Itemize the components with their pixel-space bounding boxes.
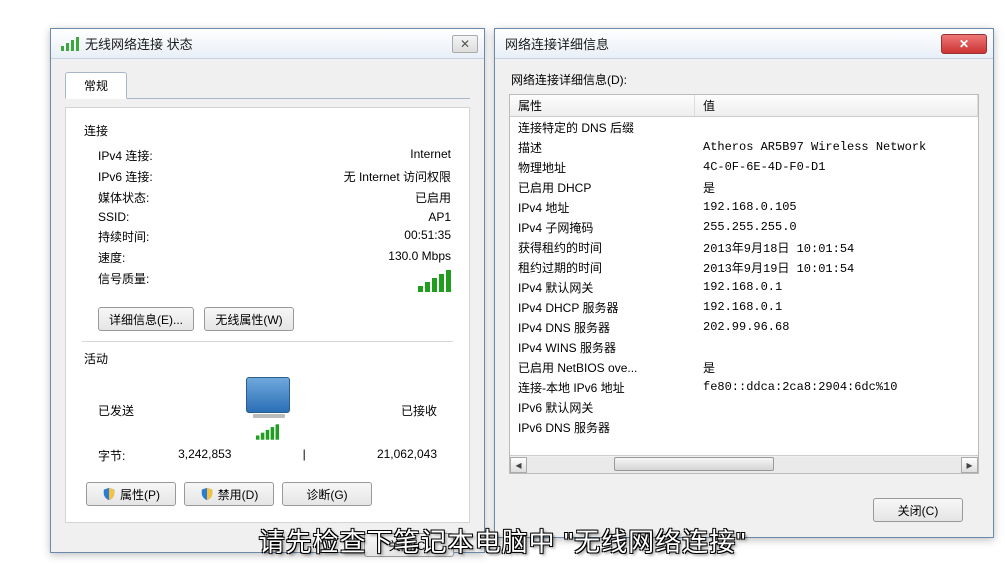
col-property[interactable]: 属性 — [510, 95, 695, 116]
property-cell: 连接-本地 IPv6 地址 — [510, 379, 695, 396]
shield-icon — [102, 487, 116, 501]
bytes-label: 字节: — [98, 447, 125, 464]
grid-row[interactable]: IPv6 DNS 服务器 — [510, 417, 978, 437]
property-cell: 租约过期的时间 — [510, 259, 695, 276]
bytes-sent-value: 3,242,853 — [178, 447, 231, 464]
ipv6-conn-value: 无 Internet 访问权限 — [344, 168, 451, 185]
value-cell: 255.255.255.0 — [695, 220, 978, 234]
bytes-received-value: 21,062,043 — [377, 447, 437, 464]
section-activity: 活动 — [84, 350, 451, 367]
media-state-value: 已启用 — [415, 189, 451, 206]
window-title: 无线网络连接 状态 — [85, 34, 452, 53]
signal-icon — [61, 37, 79, 51]
close-button[interactable]: 关闭(C) — [364, 533, 454, 557]
close-button[interactable]: 关闭(C) — [873, 498, 963, 522]
value-cell: 192.168.0.1 — [695, 300, 978, 314]
close-icon[interactable]: ✕ — [452, 35, 478, 53]
value-cell: 4C-0F-6E-4D-F0-D1 — [695, 160, 978, 174]
speed-label: 速度: — [84, 249, 125, 266]
property-cell: IPv4 WINS 服务器 — [510, 339, 695, 356]
grid-row[interactable]: IPv6 默认网关 — [510, 397, 978, 417]
value-cell: 192.168.0.105 — [695, 200, 978, 214]
wifi-status-window: 无线网络连接 状态 ✕ 常规 连接 IPv4 连接: Internet IPv6 … — [50, 28, 485, 553]
grid-row[interactable]: IPv4 地址192.168.0.105 — [510, 197, 978, 217]
shield-icon — [200, 487, 214, 501]
value-cell: Atheros AR5B97 Wireless Network — [695, 140, 978, 154]
duration-value: 00:51:35 — [404, 228, 451, 245]
grid-row[interactable]: IPv4 子网掩码255.255.255.0 — [510, 217, 978, 237]
status-panel: 连接 IPv4 连接: Internet IPv6 连接: 无 Internet 访… — [65, 107, 470, 523]
disable-button[interactable]: 禁用(D) — [184, 482, 274, 506]
property-cell: 获得租约的时间 — [510, 239, 695, 256]
signal-bars-icon — [418, 270, 451, 292]
value-cell: 192.168.0.1 — [695, 280, 978, 294]
signal-quality-label: 信号质量: — [84, 270, 149, 295]
window-title: 网络连接详细信息 — [505, 34, 941, 53]
property-cell: 已启用 NetBIOS ove... — [510, 359, 695, 376]
computer-icon — [246, 377, 290, 413]
titlebar[interactable]: 网络连接详细信息 ✕ — [495, 29, 993, 59]
close-icon[interactable]: ✕ — [941, 34, 987, 54]
sent-label: 已发送 — [98, 402, 134, 419]
grid-row[interactable]: 连接-本地 IPv6 地址fe80::ddca:2ca8:2904:6dc%10 — [510, 377, 978, 397]
property-cell: 连接特定的 DNS 后缀 — [510, 119, 695, 136]
grid-row[interactable]: IPv4 DHCP 服务器192.168.0.1 — [510, 297, 978, 317]
horizontal-scrollbar[interactable]: ◂ ▸ — [510, 455, 978, 473]
grid-row[interactable]: 已启用 NetBIOS ove...是 — [510, 357, 978, 377]
ssid-label: SSID: — [84, 210, 129, 224]
value-cell: 是 — [695, 179, 978, 196]
signal-bars-icon — [256, 424, 279, 439]
details-subtitle: 网络连接详细信息(D): — [509, 71, 979, 94]
property-cell: IPv4 地址 — [510, 199, 695, 216]
value-cell: 2013年9月18日 10:01:54 — [695, 239, 978, 256]
grid-header[interactable]: 属性 值 — [510, 95, 978, 117]
property-cell: IPv6 DNS 服务器 — [510, 419, 695, 436]
property-cell: IPv4 DNS 服务器 — [510, 319, 695, 336]
property-cell: IPv6 默认网关 — [510, 399, 695, 416]
grid-row[interactable]: 物理地址4C-0F-6E-4D-F0-D1 — [510, 157, 978, 177]
grid-row[interactable]: 获得租约的时间2013年9月18日 10:01:54 — [510, 237, 978, 257]
tab-strip: 常规 — [65, 71, 470, 99]
value-cell: 2013年9月19日 10:01:54 — [695, 259, 978, 276]
value-cell: 202.99.96.68 — [695, 320, 978, 334]
value-cell: 是 — [695, 359, 978, 376]
grid-row[interactable]: 已启用 DHCP是 — [510, 177, 978, 197]
property-cell: 已启用 DHCP — [510, 179, 695, 196]
scroll-left-icon[interactable]: ◂ — [510, 457, 527, 473]
property-cell: IPv4 默认网关 — [510, 279, 695, 296]
property-cell: 物理地址 — [510, 159, 695, 176]
grid-row[interactable]: 描述Atheros AR5B97 Wireless Network — [510, 137, 978, 157]
received-label: 已接收 — [401, 402, 437, 419]
ipv6-conn-label: IPv6 连接: — [84, 168, 153, 185]
property-cell: 描述 — [510, 139, 695, 156]
properties-button[interactable]: 属性(P) — [86, 482, 176, 506]
grid-row[interactable]: 租约过期的时间2013年9月19日 10:01:54 — [510, 257, 978, 277]
section-connection: 连接 — [84, 122, 451, 139]
ssid-value: AP1 — [428, 210, 451, 224]
grid-row[interactable]: IPv4 默认网关192.168.0.1 — [510, 277, 978, 297]
duration-label: 持续时间: — [84, 228, 149, 245]
property-cell: IPv4 DHCP 服务器 — [510, 299, 695, 316]
speed-value: 130.0 Mbps — [388, 249, 451, 266]
grid-row[interactable]: 连接特定的 DNS 后缀 — [510, 117, 978, 137]
details-grid: 属性 值 连接特定的 DNS 后缀描述Atheros AR5B97 Wirele… — [509, 94, 979, 474]
network-details-window: 网络连接详细信息 ✕ 网络连接详细信息(D): 属性 值 连接特定的 DNS 后… — [494, 28, 994, 538]
property-cell: IPv4 子网掩码 — [510, 219, 695, 236]
value-cell: fe80::ddca:2ca8:2904:6dc%10 — [695, 380, 978, 394]
ipv4-conn-label: IPv4 连接: — [84, 147, 153, 164]
wireless-properties-button[interactable]: 无线属性(W) — [204, 307, 294, 331]
col-value[interactable]: 值 — [695, 95, 978, 116]
grid-row[interactable]: IPv4 WINS 服务器 — [510, 337, 978, 357]
ipv4-conn-value: Internet — [410, 147, 451, 164]
scrollbar-thumb[interactable] — [614, 457, 774, 471]
titlebar[interactable]: 无线网络连接 状态 ✕ — [51, 29, 484, 59]
diagnose-button[interactable]: 诊断(G) — [282, 482, 372, 506]
details-button[interactable]: 详细信息(E)... — [98, 307, 194, 331]
media-state-label: 媒体状态: — [84, 189, 149, 206]
grid-row[interactable]: IPv4 DNS 服务器202.99.96.68 — [510, 317, 978, 337]
scroll-right-icon[interactable]: ▸ — [961, 457, 978, 473]
tab-general[interactable]: 常规 — [65, 72, 127, 99]
